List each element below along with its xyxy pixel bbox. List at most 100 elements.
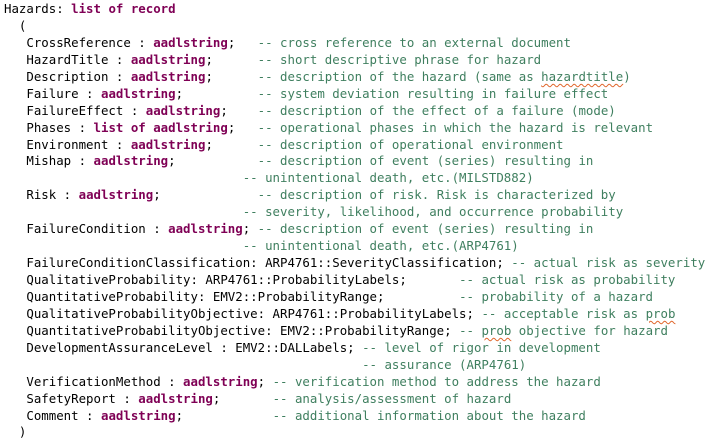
code-line-developmentassurancelevel-cont: -- assurance (ARP4761) xyxy=(4,357,705,374)
code-text: FailureCondition : xyxy=(4,221,169,237)
code-line-comment: Comment : aadlstring; -- additional info… xyxy=(4,408,705,425)
code-line-mishap: Mishap : aadlstring; -- description of e… xyxy=(4,153,705,170)
code-line-quantitativeprobabilityobjective: QuantitativeProbabilityObjective: EMV2::… xyxy=(4,323,705,340)
code-line-risk-cont: -- severity, likelihood, and occurrence … xyxy=(4,204,705,221)
code-line-hazardtitle: HazardTitle : aadlstring; -- short descr… xyxy=(4,52,705,69)
code-line-failurecondition: FailureCondition : aadlstring; -- descri… xyxy=(4,221,705,238)
code-line-phases: Phases : list of aadlstring; -- operatio… xyxy=(4,120,705,137)
code-line-failureconditionclassification: FailureConditionClassification: ARP4761:… xyxy=(4,255,705,272)
code-text: ; xyxy=(257,373,273,389)
code-comment: -- description of operational environmen… xyxy=(257,136,564,152)
code-line-risk: Risk : aadlstring; -- description of ris… xyxy=(4,187,705,204)
code-text: Risk : xyxy=(4,187,79,203)
type-keyword: list of record xyxy=(71,1,176,16)
code-comment: -- description of event (series) resulti… xyxy=(257,153,594,169)
code-text: FailureConditionClassification: ARP4761:… xyxy=(4,255,512,271)
code-text: VerificationMethod : xyxy=(4,373,184,389)
code-comment: -- description of the hazard (same as xyxy=(257,68,542,84)
code-text: QualitativeProbability: ARP4761::Probabi… xyxy=(4,272,460,287)
code-comment: -- assurance (ARP4761) xyxy=(362,356,527,372)
code-line-failurecondition-cont: -- unintentional death, etc.(ARP4761) xyxy=(4,238,705,255)
code-text: Environment : xyxy=(4,136,131,152)
code-text: QualitativeProbabilityObjective: ARP4761… xyxy=(4,305,482,321)
code-line-qualitativeprobabilityobjective: QualitativeProbabilityObjective: ARP4761… xyxy=(4,306,705,323)
spellcheck-flagged-word: prob xyxy=(481,322,512,338)
code-comment: -- severity, likelihood, and occurrence … xyxy=(242,204,624,220)
code-comment: -- short descriptive phrase for hazard xyxy=(257,51,542,67)
type-keyword: list of aadlstring xyxy=(93,119,228,135)
code-line-close-paren: ) xyxy=(4,424,705,441)
code-text: CrossReference : xyxy=(4,34,154,50)
code-text: ; xyxy=(205,51,258,67)
type-keyword: aadlstring xyxy=(130,68,206,84)
code-text: Mishap : xyxy=(4,153,94,169)
code-text: ; xyxy=(220,102,258,118)
type-keyword: aadlstring xyxy=(78,187,154,203)
code-text: HazardTitle : xyxy=(4,51,131,67)
code-text: Description : xyxy=(4,68,131,84)
code-line-failureeffect: FailureEffect : aadlstring; -- descripti… xyxy=(4,103,705,120)
code-comment: -- actual risk as probability xyxy=(459,272,676,287)
type-keyword: aadlstring xyxy=(153,34,228,50)
type-keyword: aadlstring xyxy=(145,102,221,118)
type-keyword: aadlstring xyxy=(130,136,206,152)
code-text: Hazards: xyxy=(4,1,72,16)
code-text: ; xyxy=(153,187,258,203)
code-comment: -- probability of a hazard xyxy=(459,288,654,304)
type-keyword: aadlstring xyxy=(100,85,176,101)
code-text: ; xyxy=(212,390,273,406)
code-text: FailureEffect : xyxy=(4,102,146,118)
code-text: ; xyxy=(168,153,258,169)
code-line-open-paren: ( xyxy=(4,18,705,35)
code-comment: -- operational phases in which the hazar… xyxy=(257,119,654,135)
code-text: ( xyxy=(4,17,27,33)
code-comment: -- additional information about the haza… xyxy=(272,407,586,423)
code-comment: -- cross reference to an external docume… xyxy=(257,34,571,50)
code-line-qualitativeprobability: QualitativeProbability: ARP4761::Probabi… xyxy=(4,272,705,289)
type-keyword: aadlstring xyxy=(93,153,169,169)
code-text: ; xyxy=(227,34,258,50)
type-keyword: aadlstring xyxy=(183,373,258,389)
code-comment: -- unintentional death, etc.(ARP4761) xyxy=(242,238,519,254)
spellcheck-flagged-word: hazardtitle xyxy=(541,68,624,84)
type-keyword: aadlstring xyxy=(100,407,176,423)
code-block: Hazards: list of record ( CrossReference… xyxy=(4,1,705,441)
code-comment: -- description of event (series) resulti… xyxy=(257,221,594,237)
type-keyword: aadlstring xyxy=(168,221,243,237)
spellcheck-flagged-word: prob xyxy=(645,305,676,321)
code-text: Comment : xyxy=(4,407,101,423)
type-keyword: aadlstring xyxy=(138,390,213,406)
code-text: ; xyxy=(227,119,258,135)
code-line-hazards-header: Hazards: list of record xyxy=(4,1,705,18)
code-text: QuantitativeProbability: EMV2::Probabili… xyxy=(4,288,460,304)
code-comment: -- acceptable risk as xyxy=(481,305,646,321)
code-comment: -- xyxy=(459,322,482,338)
code-text: ; xyxy=(205,136,258,152)
code-comment: -- description of the effect of a failur… xyxy=(257,102,616,118)
code-comment: objective for hazard xyxy=(511,322,668,338)
code-comment: -- description of risk. Risk is characte… xyxy=(257,187,616,203)
code-comment: -- unintentional death, etc.(MILSTD882) xyxy=(242,170,534,186)
code-line-developmentassurancelevel: DevelopmentAssuranceLevel : EMV2::DALLab… xyxy=(4,340,705,357)
code-text: Failure : xyxy=(4,85,101,101)
code-comment: -- analysis/assessment of hazard xyxy=(272,390,512,406)
code-text: QuantitativeProbabilityObjective: EMV2::… xyxy=(4,322,460,338)
code-comment: -- actual risk as severity xyxy=(511,255,706,271)
code-text: ) xyxy=(4,424,27,440)
code-line-quantitativeprobability: QuantitativeProbability: EMV2::Probabili… xyxy=(4,289,705,306)
code-line-environment: Environment : aadlstring; -- description… xyxy=(4,137,705,154)
code-comment: -- system deviation resulting in failure… xyxy=(257,85,609,101)
code-text: SafetyReport : xyxy=(4,390,139,406)
code-line-description: Description : aadlstring; -- description… xyxy=(4,69,705,86)
code-line-safetyreport: SafetyReport : aadlstring; -- analysis/a… xyxy=(4,391,705,408)
code-line-crossreference: CrossReference : aadlstring; -- cross re… xyxy=(4,35,705,52)
code-text: ; xyxy=(175,85,258,101)
code-comment: ) xyxy=(623,68,631,84)
code-line-verificationmethod: VerificationMethod : aadlstring; -- veri… xyxy=(4,374,705,391)
code-line-failure: Failure : aadlstring; -- system deviatio… xyxy=(4,86,705,103)
code-text: DevelopmentAssuranceLevel : EMV2::DALLab… xyxy=(4,339,363,355)
